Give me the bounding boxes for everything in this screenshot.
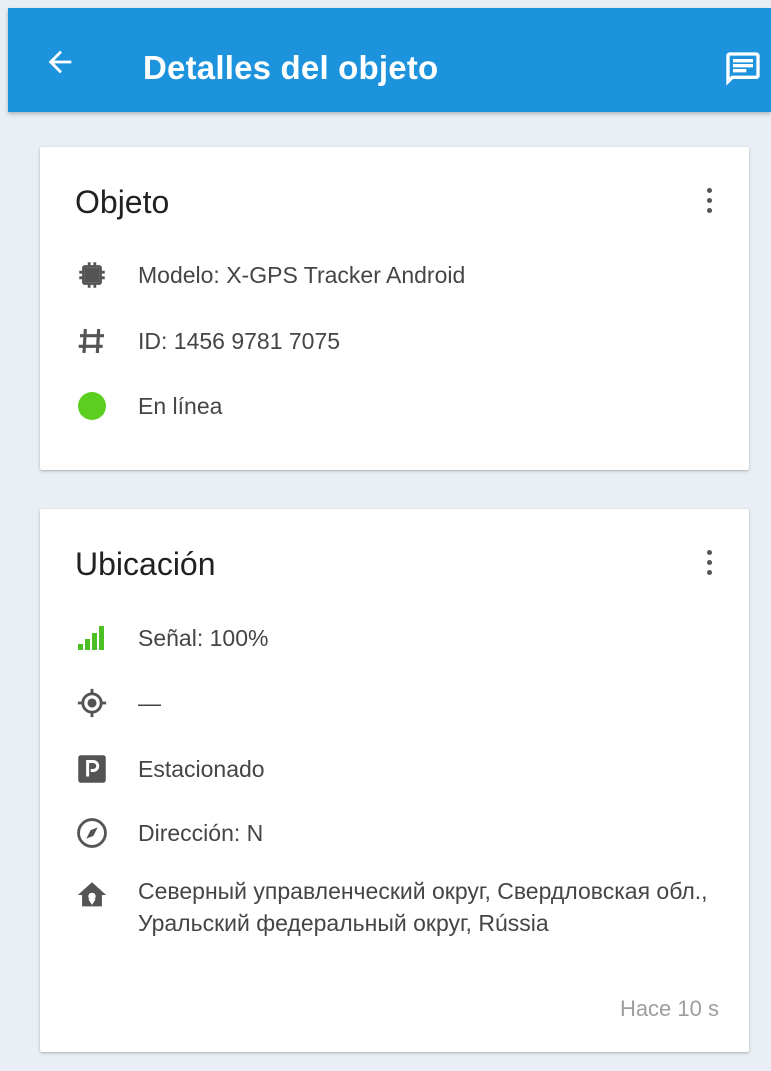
parking-row: Estacionado (70, 749, 719, 789)
object-card-menu-button[interactable] (691, 180, 727, 220)
message-icon (726, 52, 760, 86)
object-card: Objeto Modelo: X-GPS Tracker Android ID:… (40, 147, 749, 470)
more-vert-icon (706, 187, 712, 213)
parking-text: Estacionado (138, 756, 265, 782)
model-row: Modelo: X-GPS Tracker Android (70, 255, 719, 295)
model-text: Modelo: X-GPS Tracker Android (138, 262, 466, 288)
last-update-timestamp: Hace 10 s (619, 996, 719, 1021)
location-card-title: Ubicación (75, 546, 216, 582)
address-text: Северный управленческий округ, Свердловс… (138, 878, 708, 936)
address-row: Северный управленческий округ, Свердловс… (70, 875, 719, 939)
gps-text: — (138, 690, 161, 716)
messages-button[interactable] (720, 48, 766, 90)
id-text: ID: 1456 9781 7075 (138, 328, 341, 354)
more-vert-icon (706, 549, 712, 575)
chip-icon (79, 262, 105, 288)
parking-icon (78, 755, 106, 783)
back-button[interactable] (38, 40, 82, 84)
hash-icon (78, 328, 104, 354)
gps-row: — (70, 683, 719, 723)
status-row: En línea (70, 386, 719, 426)
app-bar: Detalles del objeto (8, 8, 771, 112)
signal-row: Señal: 100% (70, 618, 719, 658)
status-text: En línea (138, 393, 223, 419)
arrow-back-icon (48, 50, 72, 74)
signal-bars-icon (78, 626, 104, 650)
object-card-title: Objeto (75, 184, 170, 220)
online-status-dot (78, 392, 106, 420)
direction-text: Dirección: N (138, 820, 264, 846)
direction-row: Dirección: N (70, 813, 719, 853)
gps-fixed-icon (77, 688, 107, 718)
compass-icon (77, 818, 107, 848)
id-row: ID: 1456 9781 7075 (70, 321, 719, 361)
signal-text: Señal: 100% (138, 625, 269, 651)
home-pin-icon (77, 882, 107, 907)
page-title: Detalles del objeto (143, 49, 439, 86)
location-card: Ubicación Señal: 100% — Estacionado Dire… (40, 509, 749, 1052)
location-card-menu-button[interactable] (691, 542, 727, 582)
